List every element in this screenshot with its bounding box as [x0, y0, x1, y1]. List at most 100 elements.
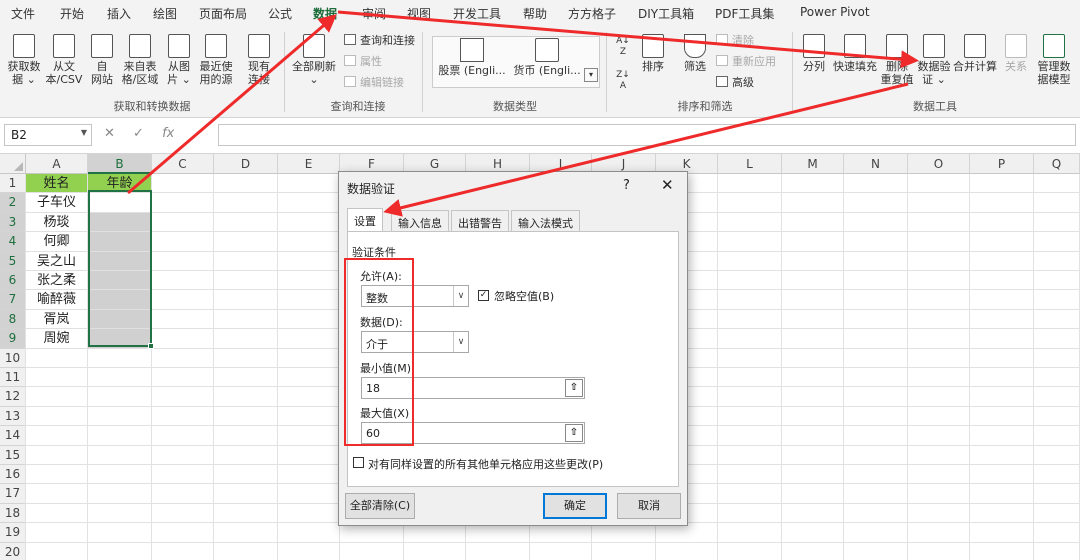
tab-help[interactable]: 帮助 — [523, 5, 547, 22]
row-header-5[interactable]: 5 — [0, 251, 26, 271]
cell-a2[interactable]: 子车仪 — [26, 193, 88, 213]
clear-filter-button[interactable]: 清除 — [716, 34, 754, 47]
tab-pdf-tools[interactable]: PDF工具集 — [715, 5, 774, 22]
tab-insert[interactable]: 插入 — [107, 5, 131, 22]
cell-b7[interactable] — [88, 290, 152, 310]
tab-data[interactable]: 数据 — [313, 5, 337, 22]
cell-b6[interactable] — [88, 271, 152, 291]
reapply-button[interactable]: 重新应用 — [716, 55, 776, 68]
remove-duplicates-button[interactable]: 删除 重复值 — [878, 34, 916, 86]
range-select-icon[interactable]: ⇧ — [565, 379, 583, 397]
cell-b3[interactable] — [88, 212, 152, 233]
column-header-d[interactable]: D — [214, 154, 278, 174]
cell-b4[interactable] — [88, 232, 152, 252]
sort-za-button[interactable]: Z↓ A — [612, 70, 634, 92]
formula-input[interactable] — [218, 124, 1076, 146]
row-header-9[interactable]: 9 — [0, 329, 26, 349]
row-header-11[interactable]: 11 — [0, 368, 26, 388]
get-data-button[interactable]: 获取数 据 ⌄ — [4, 34, 44, 86]
from-table-button[interactable]: 来自表 格/区域 — [119, 34, 161, 86]
manage-data-model-button[interactable]: 管理数 据模型 — [1034, 34, 1074, 86]
from-picture-button[interactable]: 从图 片 ⌄ — [162, 34, 196, 86]
help-icon[interactable]: ? — [623, 178, 630, 193]
column-header-c[interactable]: C — [152, 154, 214, 174]
cancel-icon[interactable]: ✕ — [104, 126, 115, 141]
text-to-columns-button[interactable]: 分列 — [800, 34, 828, 73]
row-header-18[interactable]: 18 — [0, 503, 26, 524]
cell-a7[interactable]: 喻醉薇 — [26, 290, 88, 310]
edit-links-button[interactable]: 编辑链接 — [344, 76, 404, 89]
clear-all-button[interactable]: 全部清除(C) — [345, 493, 415, 519]
tab-ffgz[interactable]: 方方格子 — [568, 5, 616, 22]
consolidate-button[interactable]: 合并计算 — [952, 34, 998, 73]
column-header-m[interactable]: M — [782, 154, 844, 174]
select-all-corner[interactable] — [0, 154, 26, 174]
row-header-10[interactable]: 10 — [0, 348, 26, 368]
data-validation-button[interactable]: 数据验 证 ⌄ — [916, 34, 952, 86]
from-web-button[interactable]: 自 网站 — [86, 34, 118, 86]
tab-home[interactable]: 开始 — [60, 5, 84, 22]
row-header-1[interactable]: 1 — [0, 174, 26, 194]
row-header-7[interactable]: 7 — [0, 290, 26, 310]
stocks-datatype-button[interactable]: 股票 (Engli... — [436, 38, 508, 77]
insert-function-icon[interactable]: fx — [162, 126, 174, 141]
name-box[interactable]: B2 ▼ — [4, 124, 92, 146]
data-select[interactable]: 介于 ∨ — [361, 331, 469, 353]
flash-fill-button[interactable]: 快速填充 — [832, 34, 878, 73]
tab-error-alert[interactable]: 出错警告 — [451, 210, 509, 232]
row-header-15[interactable]: 15 — [0, 445, 26, 465]
tab-input-message[interactable]: 输入信息 — [391, 210, 449, 232]
datatypes-expand-button[interactable]: ▾ — [584, 68, 598, 82]
tab-page-layout[interactable]: 页面布局 — [199, 5, 247, 22]
tab-file[interactable]: 文件 — [11, 5, 35, 22]
column-header-l[interactable]: L — [718, 154, 782, 174]
row-header-12[interactable]: 12 — [0, 387, 26, 407]
column-header-a[interactable]: A — [26, 154, 88, 174]
cell-b5[interactable] — [88, 251, 152, 271]
refresh-all-button[interactable]: 全部刷新 ⌄ — [290, 34, 338, 86]
column-header-q[interactable]: Q — [1034, 154, 1080, 174]
enter-icon[interactable]: ✓ — [133, 126, 144, 141]
column-header-e[interactable]: E — [278, 154, 340, 174]
tab-developer[interactable]: 开发工具 — [453, 5, 501, 22]
relationships-button[interactable]: 关系 — [1000, 34, 1032, 73]
column-header-n[interactable]: N — [844, 154, 908, 174]
sort-az-button[interactable]: A↓ Z — [612, 36, 634, 58]
column-header-o[interactable]: O — [908, 154, 970, 174]
cell-a6[interactable]: 张之柔 — [26, 271, 88, 291]
cell-b8[interactable] — [88, 309, 152, 330]
tab-ime-mode[interactable]: 输入法模式 — [511, 210, 580, 232]
row-header-13[interactable]: 13 — [0, 406, 26, 427]
cell-a3[interactable]: 杨琰 — [26, 212, 88, 233]
row-header-8[interactable]: 8 — [0, 309, 26, 330]
tab-power-pivot[interactable]: Power Pivot — [800, 5, 870, 19]
cell-a1[interactable]: 姓名 — [26, 174, 88, 194]
cell-a9[interactable]: 周婉 — [26, 329, 88, 349]
tab-draw[interactable]: 绘图 — [153, 5, 177, 22]
cell-b1[interactable]: 年龄 — [88, 174, 152, 194]
row-header-20[interactable]: 20 — [0, 542, 26, 560]
ok-button[interactable]: 确定 — [543, 493, 607, 519]
tab-review[interactable]: 审阅 — [362, 5, 386, 22]
existing-connections-button[interactable]: 现有 连接 — [240, 34, 278, 86]
properties-button[interactable]: 属性 — [344, 55, 382, 68]
advanced-filter-button[interactable]: 高级 — [716, 76, 754, 89]
column-header-p[interactable]: P — [970, 154, 1034, 174]
apply-all-checkbox[interactable] — [353, 457, 364, 468]
tab-diy-toolbox[interactable]: DIY工具箱 — [638, 5, 694, 22]
cell-a8[interactable]: 胥岚 — [26, 309, 88, 330]
row-header-14[interactable]: 14 — [0, 426, 26, 446]
cell-a5[interactable]: 吴之山 — [26, 251, 88, 271]
row-header-3[interactable]: 3 — [0, 212, 26, 233]
queries-connections-button[interactable]: 查询和连接 — [344, 34, 415, 47]
column-header-b[interactable]: B — [88, 154, 152, 174]
from-text-button[interactable]: 从文 本/CSV — [44, 34, 84, 86]
row-header-4[interactable]: 4 — [0, 232, 26, 252]
tab-formulas[interactable]: 公式 — [268, 5, 292, 22]
cancel-button[interactable]: 取消 — [617, 493, 681, 519]
cell-b2[interactable] — [88, 193, 152, 213]
ignore-blank-checkbox[interactable]: ✓ — [478, 290, 489, 301]
tab-view[interactable]: 视图 — [407, 5, 431, 22]
currency-datatype-button[interactable]: 货币 (Engli... — [512, 38, 582, 77]
min-input[interactable]: 18 ⇧ — [361, 377, 585, 399]
